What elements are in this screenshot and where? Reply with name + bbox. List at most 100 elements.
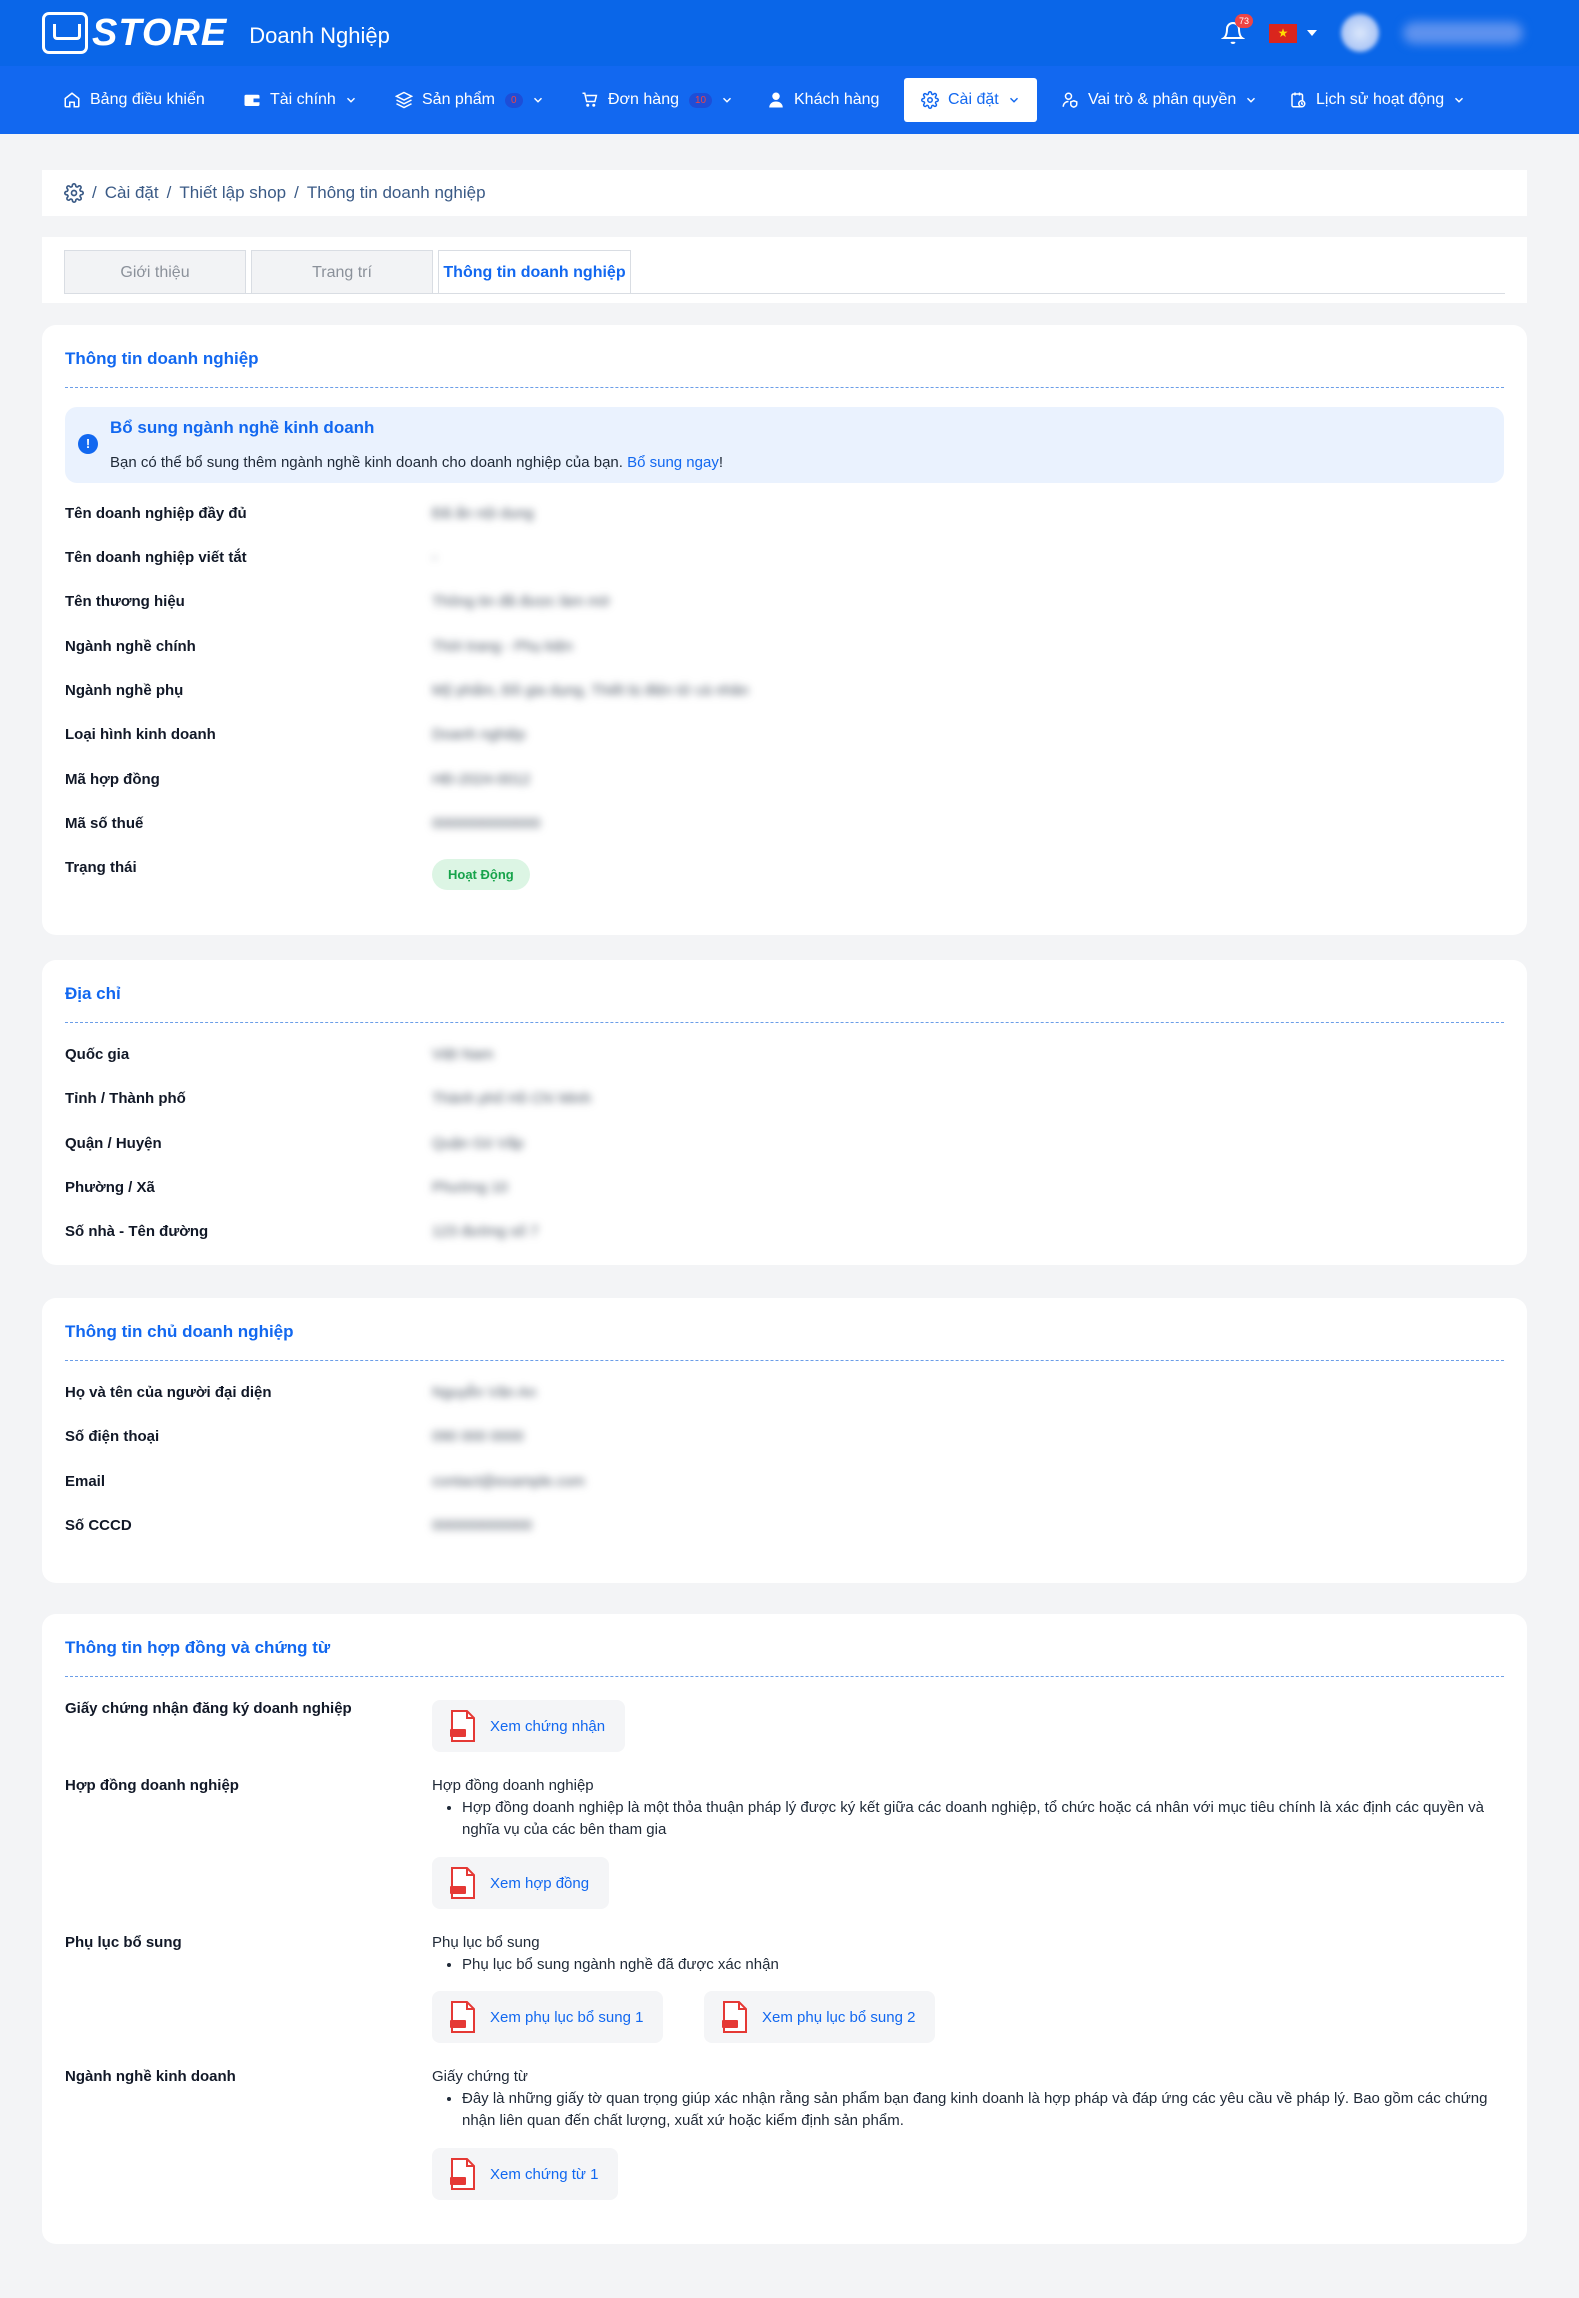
row-label: Phường / Xã [65, 1179, 155, 1196]
tab-decoration[interactable]: Trang trí [251, 250, 433, 294]
nav-finance[interactable]: Tài chính [242, 66, 358, 134]
section-title: Địa chỉ [65, 984, 121, 1003]
layers-icon [395, 91, 413, 109]
tab-introduction[interactable]: Giới thiệu [64, 250, 246, 294]
row-value-blurred: 0000000000000 [432, 815, 541, 832]
business-info-card: Thông tin doanh nghiệp ! Bổ sung ngành n… [42, 325, 1527, 935]
contract-desc-title: Hợp đồng doanh nghiệp [432, 1777, 594, 1794]
view-appendix-2-label: Xem phụ lục bổ sung 2 [762, 2008, 916, 2026]
breadcrumb-separator: / [166, 183, 172, 202]
store-logo[interactable]: STORE Doanh Nghiệp [42, 12, 390, 54]
chevron-down-icon [723, 97, 732, 103]
top-header: STORE Doanh Nghiệp 73 ★ [0, 0, 1579, 66]
tabs-divider [64, 293, 1505, 294]
nav-customers[interactable]: Khách hàng [766, 66, 879, 134]
address-card: Địa chỉ Quốc gia Việt Nam Tỉnh / Thành p… [42, 960, 1527, 1265]
nav-dashboard[interactable]: Bảng điều khiển [62, 66, 205, 134]
notice-title: Bổ sung ngành nghề kinh doanh [110, 418, 375, 437]
view-appendix-1-label: Xem phụ lục bổ sung 1 [490, 2008, 644, 2026]
row-value-blurred: Quận Gò Vấp [432, 1135, 524, 1152]
row-label: Trạng thái [65, 859, 137, 876]
section-divider [65, 387, 1504, 388]
language-chevron-down-icon[interactable] [1307, 30, 1317, 36]
section-title: Thông tin chủ doanh nghiệp [65, 1322, 294, 1341]
view-contract-button[interactable]: Xem hợp đồng [432, 1857, 610, 1909]
status-badge: Hoạt Động [432, 859, 530, 890]
row-label: Mã hợp đồng [65, 771, 160, 788]
notice-body: Bạn có thể bổ sung thêm ngành nghề kinh … [110, 454, 623, 471]
logo-text: STORE [92, 12, 228, 54]
industry-desc-item: Đây là những giấy tờ quan trọng giúp xác… [462, 2088, 1502, 2132]
nav-settings-label: Cài đặt [948, 91, 999, 108]
contract-desc-item: Hợp đồng doanh nghiệp là một thỏa thuận … [462, 1797, 1502, 1841]
user-name-blurred[interactable] [1403, 22, 1523, 44]
chevron-down-icon [533, 97, 542, 103]
contract-docs-card: Thông tin hợp đồng và chứng từ Giấy chứn… [42, 1614, 1527, 2244]
pdf-icon [450, 2158, 475, 2190]
row-label: Số CCCD [65, 1517, 132, 1534]
row-value-blurred: 123 đường số 7 [432, 1223, 539, 1240]
breadcrumb-item-business-info: Thông tin doanh nghiệp [306, 183, 486, 202]
notification-badge: 73 [1234, 14, 1253, 28]
row-value-blurred: Việt Nam [432, 1046, 494, 1063]
history-icon [1291, 92, 1306, 108]
view-appendix-1-button[interactable]: Xem phụ lục bổ sung 1 [432, 1991, 664, 2043]
row-label: Tỉnh / Thành phố [65, 1090, 186, 1107]
row-value-blurred: 000000000000 [432, 1517, 533, 1534]
tab-bar: Giới thiệu Trang trí Thông tin doanh ngh… [42, 237, 1527, 303]
gear-icon [921, 91, 939, 109]
avatar[interactable] [1341, 14, 1379, 52]
row-label: Tên doanh nghiệp đầy đủ [65, 505, 247, 522]
orders-count-badge: 10 [688, 92, 713, 108]
industry-desc-title: Giấy chứng từ [432, 2068, 528, 2085]
breadcrumb-separator: / [92, 183, 97, 202]
notice-trail: ! [718, 454, 724, 471]
notice-text: Bạn có thể bổ sung thêm ngành nghề kinh … [110, 454, 723, 471]
row-label: Phụ lục bổ sung [65, 1934, 182, 1951]
nav-orders[interactable]: Đơn hàng 10 [580, 66, 734, 134]
row-value-blurred: Thành phố Hồ Chí Minh [432, 1090, 592, 1107]
app-name: Doanh Nghiệp [249, 23, 390, 48]
industry-desc-list: Đây là những giấy tờ quan trọng giúp xác… [432, 2088, 1502, 2132]
row-label: Giấy chứng nhận đăng ký doanh nghiệp [65, 1700, 352, 1717]
nav-orders-label: Đơn hàng [608, 91, 679, 108]
pdf-icon [722, 2001, 747, 2033]
appendix-desc-list: Phụ lục bổ sung ngành nghề đã được xác n… [432, 1954, 1502, 1976]
nav-dashboard-label: Bảng điều khiển [90, 91, 205, 108]
gear-icon[interactable] [64, 183, 84, 203]
view-document-1-button[interactable]: Xem chứng từ 1 [432, 2148, 619, 2200]
nav-settings[interactable]: Cài đặt [904, 78, 1037, 122]
breadcrumb-item-settings[interactable]: Cài đặt [105, 183, 159, 203]
nav-products[interactable]: Sản phẩm 0 [394, 66, 545, 134]
row-value-blurred: Doanh nghiệp [432, 726, 526, 743]
section-divider [65, 1676, 1504, 1677]
view-appendix-2-button[interactable]: Xem phụ lục bổ sung 2 [704, 1991, 936, 2043]
pdf-icon [450, 1867, 475, 1899]
row-label: Ngành nghề kinh doanh [65, 2068, 236, 2085]
add-industry-link[interactable]: Bổ sung ngay [627, 454, 719, 471]
tab-business-info[interactable]: Thông tin doanh nghiệp [438, 250, 631, 294]
view-document-1-label: Xem chứng từ 1 [490, 2165, 599, 2183]
chevron-down-icon [1455, 97, 1464, 103]
breadcrumb-item-shop-setup[interactable]: Thiết lập shop [179, 183, 286, 203]
breadcrumb: / Cài đặt / Thiết lập shop / Thông tin d… [42, 170, 1527, 216]
row-label: Số điện thoại [65, 1428, 160, 1445]
row-label: Hợp đồng doanh nghiệp [65, 1777, 239, 1794]
nav-activity-label: Lịch sử hoạt động [1316, 91, 1445, 108]
row-label: Quận / Huyện [65, 1135, 162, 1152]
row-label: Tên doanh nghiệp viết tắt [65, 549, 247, 566]
view-certificate-button[interactable]: Xem chứng nhận [432, 1700, 626, 1752]
row-value-blurred: contact@example.com [432, 1473, 585, 1490]
cart-icon [582, 92, 598, 107]
user-shield-icon [1062, 92, 1078, 108]
user-icon [769, 92, 783, 108]
view-certificate-label: Xem chứng nhận [490, 1717, 606, 1735]
vietnam-flag-icon[interactable]: ★ [1269, 23, 1297, 43]
nav-roles[interactable]: Vai trò & phân quyền [1060, 66, 1258, 134]
contract-desc-list: Hợp đồng doanh nghiệp là một thỏa thuận … [432, 1797, 1502, 1841]
row-value-blurred: Nguyễn Văn An [432, 1384, 537, 1401]
section-title: Thông tin hợp đồng và chứng từ [65, 1638, 331, 1657]
nav-activity[interactable]: Lịch sử hoạt động [1288, 66, 1466, 134]
notification-button[interactable]: 73 [1220, 14, 1253, 46]
row-label: Ngành nghề chính [65, 638, 196, 655]
